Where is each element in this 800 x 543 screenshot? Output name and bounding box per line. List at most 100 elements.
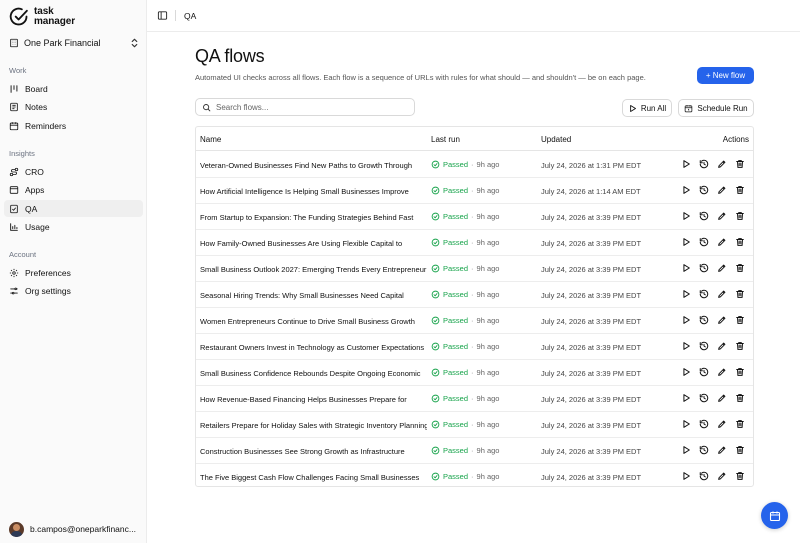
table-row[interactable]: Construction Businesses See Strong Growt…: [196, 438, 753, 464]
run-flow-button[interactable]: [681, 263, 691, 273]
history-button[interactable]: [699, 159, 709, 169]
history-button[interactable]: [699, 211, 709, 221]
flow-name[interactable]: How Revenue-Based Financing Helps Busine…: [200, 395, 427, 404]
run-flow-button[interactable]: [681, 211, 691, 221]
flow-name[interactable]: Restaurant Owners Invest in Technology a…: [200, 343, 427, 352]
new-flow-button[interactable]: + New flow: [697, 67, 754, 84]
app-logo[interactable]: task manager: [9, 7, 75, 27]
edit-button[interactable]: [717, 393, 727, 403]
sidebar-item-board[interactable]: Board: [4, 80, 143, 97]
delete-button[interactable]: [735, 393, 745, 403]
schedule-run-button[interactable]: Schedule Run: [678, 99, 754, 117]
run-flow-button[interactable]: [681, 445, 691, 455]
table-header: Name Last run Updated Actions: [196, 127, 753, 151]
calendar-fab-button[interactable]: [761, 502, 788, 529]
flow-name[interactable]: Construction Businesses See Strong Growt…: [200, 447, 427, 456]
sidebar-item-org-settings[interactable]: Org settings: [4, 282, 143, 299]
run-flow-button[interactable]: [681, 341, 691, 351]
sidebar-toggle-icon[interactable]: [157, 10, 168, 21]
flow-name[interactable]: How Artificial Intelligence Is Helping S…: [200, 187, 427, 196]
table-row[interactable]: Seasonal Hiring Trends: Why Small Busine…: [196, 282, 753, 308]
run-flow-button[interactable]: [681, 393, 691, 403]
history-button[interactable]: [699, 471, 709, 481]
table-row[interactable]: Small Business Outlook 2027: Emerging Tr…: [196, 256, 753, 282]
table-row[interactable]: Retailers Prepare for Holiday Sales with…: [196, 412, 753, 438]
table-row[interactable]: How Family-Owned Businesses Are Using Fl…: [196, 230, 753, 256]
sidebar-item-cro[interactable]: CRO: [4, 163, 143, 180]
edit-button[interactable]: [717, 315, 727, 325]
table-row[interactable]: Veteran-Owned Businesses Find New Paths …: [196, 152, 753, 178]
delete-button[interactable]: [735, 211, 745, 221]
delete-button[interactable]: [735, 289, 745, 299]
flow-name[interactable]: The Five Biggest Cash Flow Challenges Fa…: [200, 473, 427, 482]
flow-name[interactable]: Small Business Confidence Rebounds Despi…: [200, 369, 427, 378]
table-row[interactable]: The Five Biggest Cash Flow Challenges Fa…: [196, 464, 753, 490]
history-button[interactable]: [699, 393, 709, 403]
history-button[interactable]: [699, 367, 709, 377]
delete-button[interactable]: [735, 263, 745, 273]
history-button[interactable]: [699, 445, 709, 455]
run-flow-button[interactable]: [681, 419, 691, 429]
edit-button[interactable]: [717, 341, 727, 351]
history-button[interactable]: [699, 237, 709, 247]
run-flow-button[interactable]: [681, 315, 691, 325]
edit-button[interactable]: [717, 211, 727, 221]
run-flow-button[interactable]: [681, 289, 691, 299]
delete-button[interactable]: [735, 159, 745, 169]
history-button[interactable]: [699, 419, 709, 429]
sidebar-item-notes[interactable]: Notes: [4, 98, 143, 115]
edit-button[interactable]: [717, 367, 727, 377]
user-menu[interactable]: b.campos@oneparkfinanc...: [9, 521, 143, 537]
flow-name[interactable]: Small Business Outlook 2027: Emerging Tr…: [200, 265, 427, 274]
table-row[interactable]: Small Business Confidence Rebounds Despi…: [196, 360, 753, 386]
flow-name[interactable]: Retailers Prepare for Holiday Sales with…: [200, 421, 427, 430]
search-box[interactable]: [195, 98, 415, 116]
edit-button[interactable]: [717, 445, 727, 455]
delete-button[interactable]: [735, 471, 745, 481]
sidebar-item-usage[interactable]: Usage: [4, 218, 143, 235]
sidebar-item-preferences[interactable]: Preferences: [4, 264, 143, 281]
sidebar-item-qa[interactable]: QA: [4, 200, 143, 217]
flow-name[interactable]: Veteran-Owned Businesses Find New Paths …: [200, 161, 427, 170]
edit-button[interactable]: [717, 289, 727, 299]
table-row[interactable]: Women Entrepreneurs Continue to Drive Sm…: [196, 308, 753, 334]
table-row[interactable]: How Artificial Intelligence Is Helping S…: [196, 178, 753, 204]
delete-button[interactable]: [735, 185, 745, 195]
pencil-icon: [718, 264, 726, 272]
history-button[interactable]: [699, 341, 709, 351]
run-flow-button[interactable]: [681, 237, 691, 247]
sidebar-item-reminders[interactable]: Reminders: [4, 117, 143, 134]
delete-button[interactable]: [735, 341, 745, 351]
edit-button[interactable]: [717, 159, 727, 169]
org-switcher[interactable]: One Park Financial: [9, 36, 139, 50]
flow-name[interactable]: How Family-Owned Businesses Are Using Fl…: [200, 239, 427, 248]
flow-name[interactable]: Women Entrepreneurs Continue to Drive Sm…: [200, 317, 427, 326]
search-input[interactable]: [216, 102, 406, 112]
edit-button[interactable]: [717, 419, 727, 429]
run-flow-button[interactable]: [681, 471, 691, 481]
edit-button[interactable]: [717, 263, 727, 273]
delete-button[interactable]: [735, 419, 745, 429]
run-flow-button[interactable]: [681, 367, 691, 377]
delete-button[interactable]: [735, 367, 745, 377]
history-button[interactable]: [699, 185, 709, 195]
sidebar-item-apps[interactable]: Apps: [4, 181, 143, 198]
edit-button[interactable]: [717, 237, 727, 247]
delete-button[interactable]: [735, 237, 745, 247]
flow-name[interactable]: Seasonal Hiring Trends: Why Small Busine…: [200, 291, 427, 300]
history-button[interactable]: [699, 263, 709, 273]
history-button[interactable]: [699, 289, 709, 299]
flow-name[interactable]: From Startup to Expansion: The Funding S…: [200, 213, 427, 222]
run-all-button[interactable]: Run All: [622, 99, 672, 117]
edit-button[interactable]: [717, 185, 727, 195]
edit-button[interactable]: [717, 471, 727, 481]
delete-button[interactable]: [735, 445, 745, 455]
run-flow-button[interactable]: [681, 185, 691, 195]
history-button[interactable]: [699, 315, 709, 325]
delete-button[interactable]: [735, 315, 745, 325]
run-flow-button[interactable]: [681, 159, 691, 169]
table-row[interactable]: How Revenue-Based Financing Helps Busine…: [196, 386, 753, 412]
table-row[interactable]: Restaurant Owners Invest in Technology a…: [196, 334, 753, 360]
table-row[interactable]: From Startup to Expansion: The Funding S…: [196, 204, 753, 230]
last-run-status: Passed · 9h ago: [431, 368, 499, 377]
